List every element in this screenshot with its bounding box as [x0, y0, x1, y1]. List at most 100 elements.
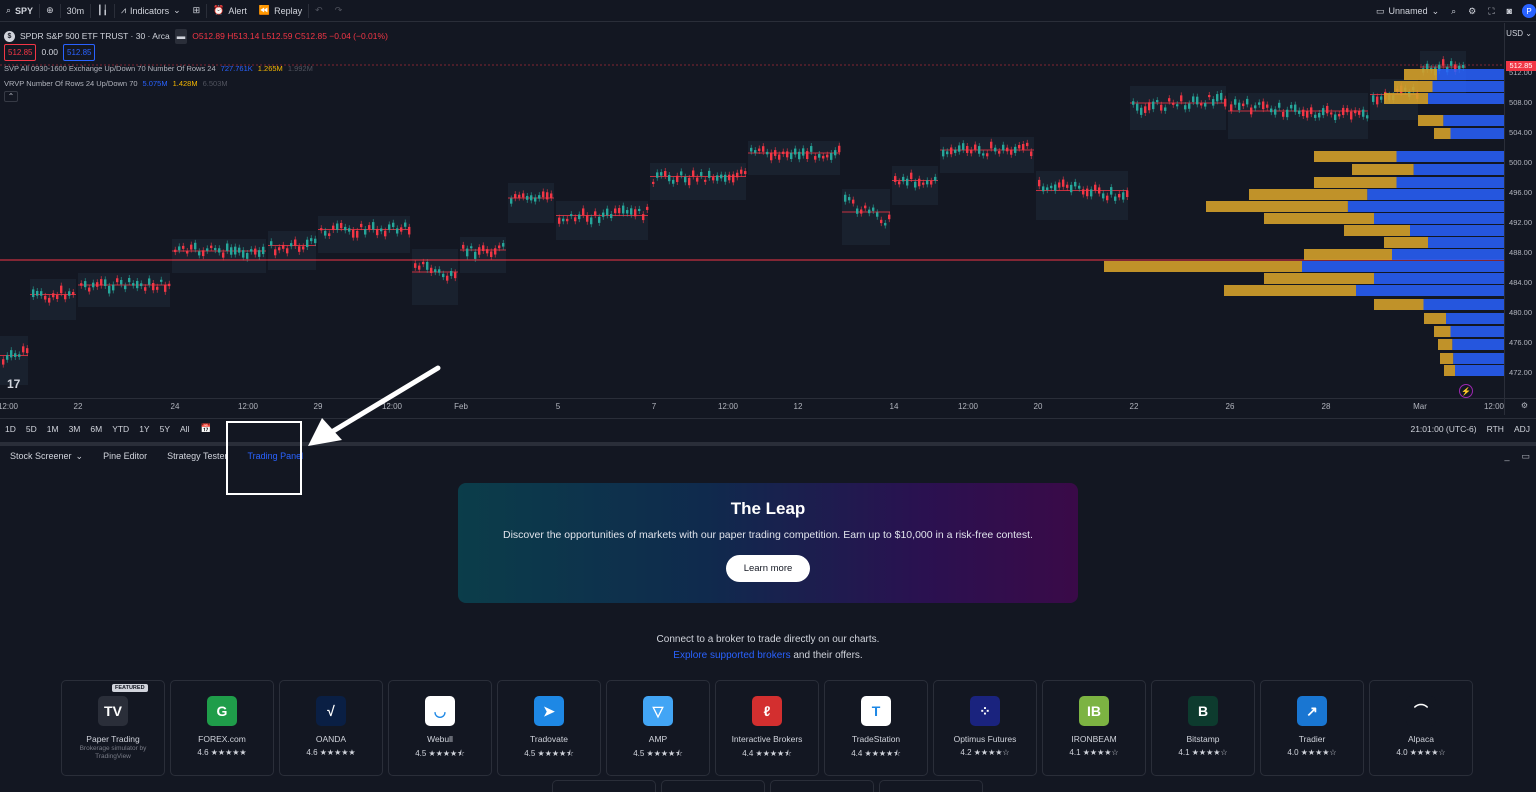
time-axis-label: 22 — [73, 402, 83, 411]
adjust-toggle[interactable]: ADJ — [1514, 424, 1530, 434]
broker-card[interactable]: TV Paper Trading Brokerage simulator by Tr… — [61, 680, 165, 776]
layout-button[interactable]: ▭ Unnamed ⌄ — [1370, 0, 1445, 22]
range-button[interactable]: 3M — [64, 424, 86, 434]
tradingview-logo[interactable]: 17 — [7, 377, 20, 391]
volume-profile-down-bar — [1440, 353, 1454, 364]
candle-body — [306, 239, 309, 248]
range-button[interactable]: 1D — [0, 424, 21, 434]
price-axis[interactable]: USD ⌄ 512.00 508.00 504.00 500.00 496.00 492.… — [1504, 23, 1536, 415]
currency-selector[interactable]: USD ⌄ — [1506, 29, 1532, 38]
candle-body — [174, 249, 177, 253]
minimize-panel-icon[interactable]: _ — [1504, 451, 1509, 462]
candle-body — [638, 208, 641, 212]
ohlc-values: O512.89 H513.14 L512.59 C512.85 −0.04 (−… — [192, 31, 388, 41]
broker-rating: 4.1 ★★★★☆ — [1069, 748, 1119, 757]
vrvp-legend-row[interactable]: VRVP Number Of Rows 24 Up/Down 70 5.075M… — [4, 76, 388, 91]
bid-price[interactable]: 512.85 — [4, 44, 37, 61]
redo-icon: ↷ — [334, 5, 343, 15]
tab-stock-screener[interactable]: Stock Screener ⌄ — [0, 451, 93, 462]
chart-type-button[interactable]: ┃╽ — [91, 0, 114, 22]
candle-body — [396, 228, 399, 234]
lightning-icon[interactable]: ⚡ — [1459, 384, 1473, 398]
broker-card[interactable]: G FOREX.com 4.6 ★★★★★ — [170, 680, 274, 776]
candle-body — [40, 291, 43, 296]
snapshot-button[interactable]: ◙ — [1501, 0, 1518, 22]
fullscreen-button[interactable]: ⛶ — [1482, 0, 1500, 22]
interval-button[interactable]: 30m — [61, 0, 91, 22]
broker-rating: 4.1 ★★★★☆ — [1178, 748, 1228, 757]
svp-legend-row[interactable]: SVP All 0930-1600 Exchange Up/Down 70 Nu… — [4, 61, 388, 76]
ask-price[interactable]: 512.85 — [63, 44, 96, 61]
range-button[interactable]: YTD — [107, 424, 134, 434]
broker-card[interactable]: T TradeStation 4.4 ★★★★⯪ — [824, 680, 928, 776]
candle-body — [1098, 187, 1101, 194]
broker-card[interactable] — [770, 780, 874, 792]
explore-brokers-link[interactable]: Explore supported brokers — [673, 650, 790, 661]
candle-body — [918, 178, 921, 187]
connect-line-rest: and their offers. — [790, 650, 863, 661]
candle-body — [566, 218, 569, 222]
broker-card[interactable]: √ OANDA 4.6 ★★★★★ — [279, 680, 383, 776]
broker-card[interactable]: ➤ Tradovate 4.5 ★★★★⯪ — [497, 680, 601, 776]
templates-button[interactable]: ⊞ — [187, 0, 207, 22]
candle-body — [838, 145, 841, 153]
volume-profile-up-bar — [1356, 285, 1504, 296]
indicators-button[interactable]: ⩘ Indicators ⌄ — [115, 0, 187, 22]
broker-card[interactable]: B Bitstamp 4.1 ★★★★☆ — [1151, 680, 1255, 776]
candle-body — [868, 209, 871, 214]
timezone-clock[interactable]: 21:01:00 (UTC-6) — [1410, 424, 1476, 434]
learn-more-button[interactable]: Learn more — [725, 555, 811, 582]
candle-body — [1192, 96, 1195, 102]
tab-pine-editor[interactable]: Pine Editor — [93, 451, 157, 461]
visibility-toggle-icon[interactable]: ▬ — [174, 29, 188, 44]
compare-symbol-button[interactable]: ⊕ — [40, 0, 60, 22]
candle-body — [222, 252, 225, 258]
broker-card[interactable]: IB IRONBEAM 4.1 ★★★★☆ — [1042, 680, 1146, 776]
chart-pane[interactable]: $ SPDR S&P 500 ETF TRUST · 30 · Arca ▬ O… — [0, 23, 1536, 415]
search-icon: ⌕ — [6, 5, 12, 15]
broker-logo-icon: B — [1188, 696, 1218, 726]
collapse-legend-button[interactable]: ⌃ — [4, 91, 18, 102]
symbol-title[interactable]: SPDR S&P 500 ETF TRUST · 30 · Arca — [20, 29, 170, 44]
range-button[interactable]: 5D — [21, 424, 42, 434]
candle-body — [664, 171, 667, 176]
settings-button[interactable]: ⚙ — [1462, 0, 1482, 22]
candle-body — [728, 174, 731, 181]
undo-button[interactable]: ↶ — [309, 0, 329, 22]
broker-card[interactable]: ℓ Interactive Brokers 4.4 ★★★★⯪ — [715, 680, 819, 776]
broker-card[interactable] — [879, 780, 983, 792]
redo-button[interactable]: ↷ — [329, 0, 349, 22]
range-button[interactable]: 1Y — [134, 424, 154, 434]
broker-card[interactable]: ◡ Webull 4.5 ★★★★⯪ — [388, 680, 492, 776]
range-button[interactable]: 1M — [42, 424, 64, 434]
quick-search-button[interactable]: ⌕ — [1445, 0, 1462, 22]
broker-card[interactable] — [552, 780, 656, 792]
range-button[interactable]: 6M — [85, 424, 107, 434]
volume-profile-up-bar — [1423, 299, 1504, 310]
candle-body — [1246, 98, 1249, 105]
broker-name: Alpaca — [1408, 734, 1434, 744]
candle-body — [230, 247, 233, 255]
candle-body — [136, 280, 139, 289]
go-to-date-icon[interactable]: 📅 — [200, 423, 211, 434]
candle-body — [1094, 184, 1097, 191]
replay-button[interactable]: ⏪ Replay — [253, 0, 308, 22]
range-button[interactable]: All — [175, 424, 194, 434]
avatar[interactable]: P — [1522, 4, 1536, 18]
symbol-search-button[interactable]: ⌕ SPY — [0, 0, 39, 22]
alert-button[interactable]: ⏰ Alert — [207, 0, 253, 22]
broker-card[interactable] — [661, 780, 765, 792]
broker-card[interactable]: ⌒ Alpaca 4.0 ★★★★☆ — [1369, 680, 1473, 776]
broker-card[interactable]: ▽ AMP 4.5 ★★★★⯪ — [606, 680, 710, 776]
maximize-panel-icon[interactable]: ▭ — [1521, 451, 1530, 462]
candle-body — [1238, 102, 1241, 110]
volume-profile-down-bar — [1434, 326, 1451, 337]
volume-profile-down-bar — [1224, 285, 1356, 296]
time-axis-settings-icon[interactable]: ⚙ — [1521, 401, 1528, 410]
broker-card[interactable]: ↗ Tradier 4.0 ★★★★☆ — [1260, 680, 1364, 776]
broker-card[interactable]: ⁘ Optimus Futures 4.2 ★★★★☆ — [933, 680, 1037, 776]
range-button[interactable]: 5Y — [155, 424, 175, 434]
time-axis[interactable]: ⚙ 12:00 22 24 12:00 29 12:00 Feb 5 7 12:00 12 14 12:… — [0, 398, 1536, 414]
session-toggle[interactable]: RTH — [1487, 424, 1504, 434]
candle-body — [634, 209, 637, 217]
